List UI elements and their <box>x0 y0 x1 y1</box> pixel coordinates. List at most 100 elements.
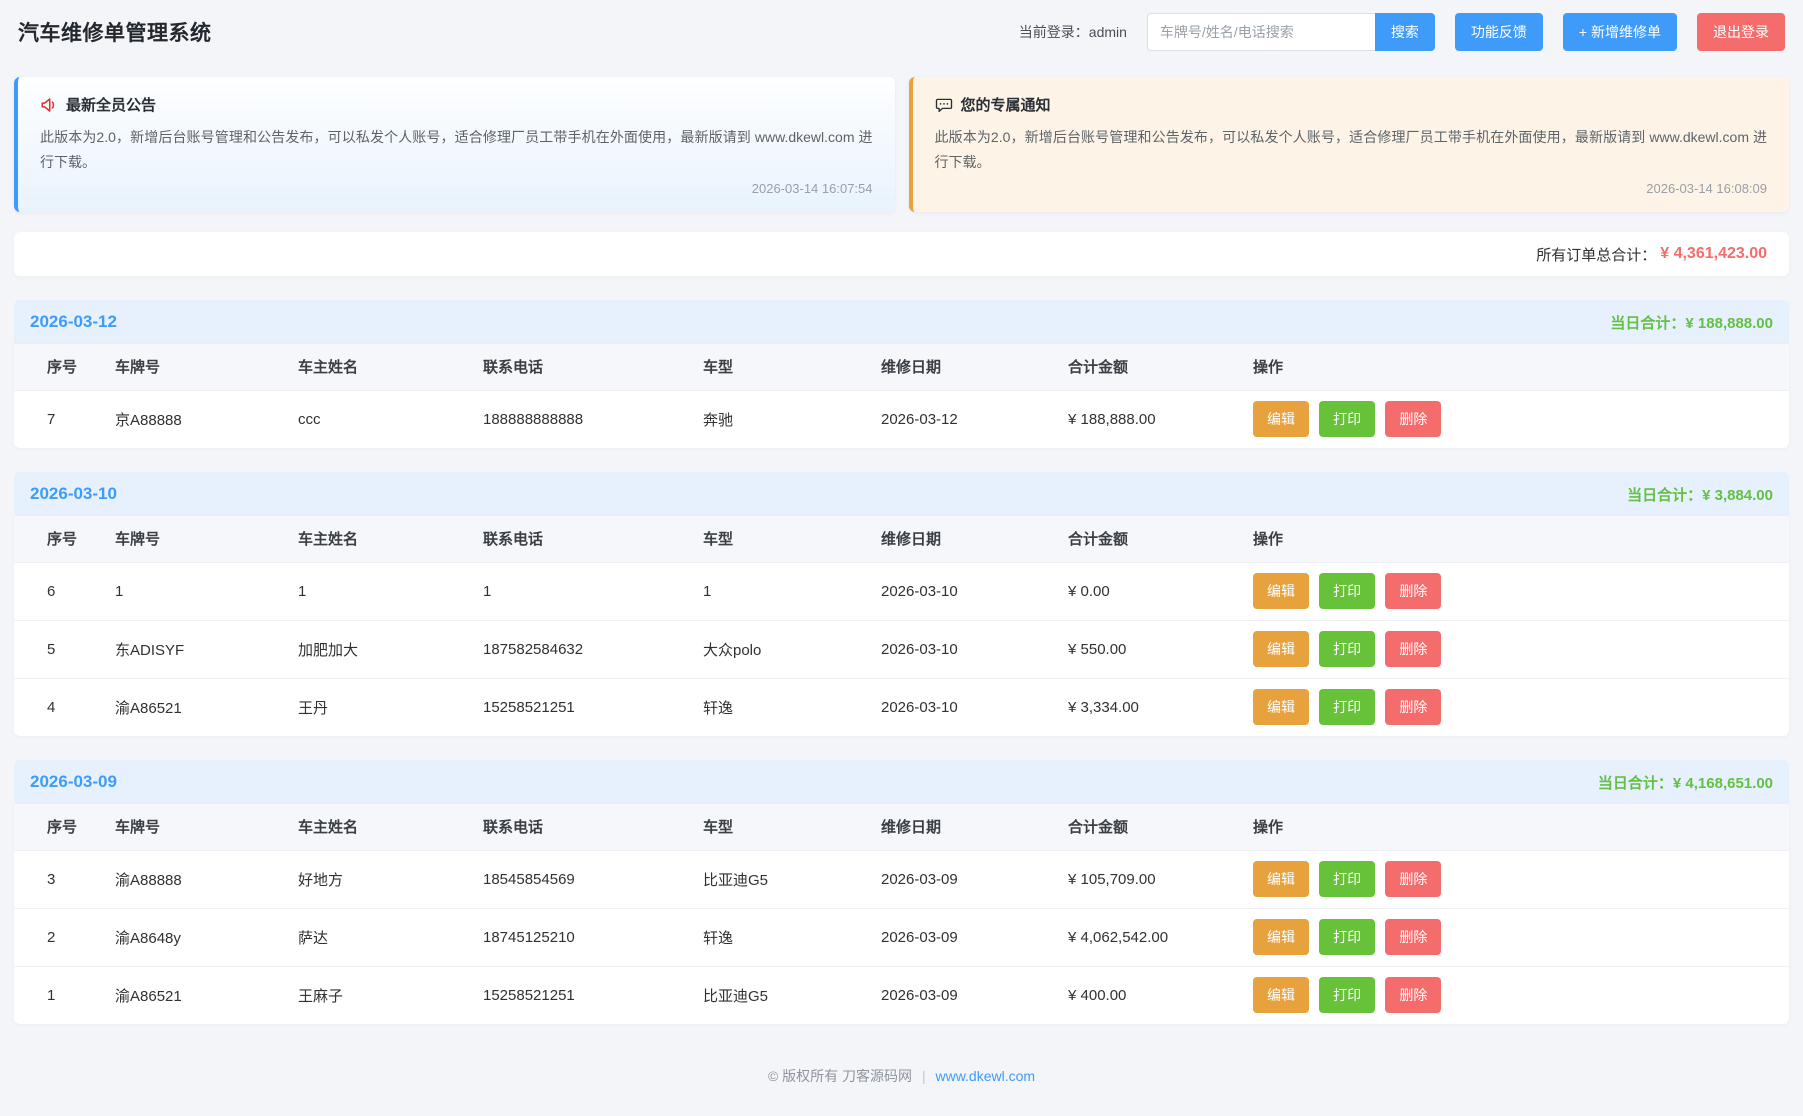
order-row: 1 渝A86521 王麻子 15258521251 比亚迪G5 2026-03-… <box>14 966 1789 1024</box>
cell-actions: 编辑 打印 删除 <box>1253 678 1789 736</box>
cell-model: 奔驰 <box>703 390 881 448</box>
column-header-phone: 联系电话 <box>483 344 703 390</box>
search-button[interactable]: 搜索 <box>1375 13 1435 51</box>
cell-phone: 18745125210 <box>483 908 703 966</box>
cell-amount: ¥ 4,062,542.00 <box>1068 908 1253 966</box>
print-button[interactable]: 打印 <box>1319 919 1375 955</box>
logout-button[interactable]: 退出登录 <box>1697 13 1785 51</box>
cell-phone: 15258521251 <box>483 966 703 1024</box>
cell-plate: 1 <box>115 562 298 620</box>
column-header-plate: 车牌号 <box>115 516 298 562</box>
announcement-card: 最新全员公告 此版本为2.0，新增后台账号管理和公告发布，可以私发个人账号，适合… <box>14 77 895 212</box>
cell-model: 轩逸 <box>703 908 881 966</box>
edit-button[interactable]: 编辑 <box>1253 401 1309 437</box>
table-header-row: 序号 车牌号 车主姓名 联系电话 车型 维修日期 合计金额 操作 <box>14 516 1789 562</box>
cell-seq: 5 <box>14 620 115 678</box>
day-date: 2026-03-10 <box>30 484 117 504</box>
cell-seq: 2 <box>14 908 115 966</box>
topbar-controls: 当前登录：admin 搜索 功能反馈 + 新增维修单 退出登录 <box>1019 13 1785 51</box>
day-total-amount: ¥ 4,168,651.00 <box>1673 775 1773 792</box>
cell-actions: 编辑 打印 删除 <box>1253 562 1789 620</box>
cell-owner: 好地方 <box>298 850 483 908</box>
cell-actions: 编辑 打印 删除 <box>1253 390 1789 448</box>
delete-button[interactable]: 删除 <box>1385 919 1441 955</box>
column-header-owner: 车主姓名 <box>298 516 483 562</box>
cell-seq: 6 <box>14 562 115 620</box>
day-total-amount: ¥ 3,884.00 <box>1702 487 1773 504</box>
edit-button[interactable]: 编辑 <box>1253 573 1309 609</box>
delete-button[interactable]: 删除 <box>1385 689 1441 725</box>
cell-owner: 加肥加大 <box>298 620 483 678</box>
feedback-button[interactable]: 功能反馈 <box>1455 13 1543 51</box>
delete-button[interactable]: 删除 <box>1385 573 1441 609</box>
search-input[interactable] <box>1147 13 1375 51</box>
cell-date: 2026-03-10 <box>881 678 1068 736</box>
edit-button[interactable]: 编辑 <box>1253 919 1309 955</box>
column-header-ops: 操作 <box>1253 516 1789 562</box>
column-header-owner: 车主姓名 <box>298 344 483 390</box>
cell-date: 2026-03-09 <box>881 850 1068 908</box>
day-header: 2026-03-09 当日合计：¥ 4,168,651.00 <box>14 760 1789 804</box>
column-header-model: 车型 <box>703 344 881 390</box>
column-header-date: 维修日期 <box>881 804 1068 850</box>
print-button[interactable]: 打印 <box>1319 401 1375 437</box>
column-header-amount: 合计金额 <box>1068 344 1253 390</box>
column-header-owner: 车主姓名 <box>298 804 483 850</box>
day-total-label: 当日合计： <box>1627 487 1702 504</box>
day-date: 2026-03-12 <box>30 312 117 332</box>
cell-owner: 1 <box>298 562 483 620</box>
print-button[interactable]: 打印 <box>1319 861 1375 897</box>
order-row: 2 渝A8648y 萨达 18745125210 轩逸 2026-03-09 ¥… <box>14 908 1789 966</box>
day-total-amount: ¥ 188,888.00 <box>1685 315 1773 332</box>
cell-actions: 编辑 打印 删除 <box>1253 908 1789 966</box>
copyright-text: © 版权所有 刀客源码网 <box>768 1068 912 1084</box>
cell-amount: ¥ 0.00 <box>1068 562 1253 620</box>
day-total: 当日合计：¥ 188,888.00 <box>1610 312 1773 333</box>
column-header-seq: 序号 <box>14 344 115 390</box>
announcement-title-row: 最新全员公告 <box>40 94 873 115</box>
print-button[interactable]: 打印 <box>1319 631 1375 667</box>
cell-plate: 渝A86521 <box>115 966 298 1024</box>
cell-plate: 东ADISYF <box>115 620 298 678</box>
print-button[interactable]: 打印 <box>1319 573 1375 609</box>
speech-bubble-icon <box>935 96 953 114</box>
current-login-label: 当前登录： <box>1019 24 1089 40</box>
print-button[interactable]: 打印 <box>1319 977 1375 1013</box>
footer-link[interactable]: www.dkewl.com <box>935 1068 1035 1084</box>
cell-amount: ¥ 105,709.00 <box>1068 850 1253 908</box>
delete-button[interactable]: 删除 <box>1385 861 1441 897</box>
cell-date: 2026-03-10 <box>881 562 1068 620</box>
edit-button[interactable]: 编辑 <box>1253 689 1309 725</box>
search-group: 搜索 <box>1147 13 1435 51</box>
cell-model: 大众polo <box>703 620 881 678</box>
column-header-seq: 序号 <box>14 804 115 850</box>
column-header-plate: 车牌号 <box>115 344 298 390</box>
column-header-amount: 合计金额 <box>1068 516 1253 562</box>
order-row: 5 东ADISYF 加肥加大 187582584632 大众polo 2026-… <box>14 620 1789 678</box>
cell-seq: 1 <box>14 966 115 1024</box>
delete-button[interactable]: 删除 <box>1385 631 1441 667</box>
column-header-seq: 序号 <box>14 516 115 562</box>
cell-owner: 萨达 <box>298 908 483 966</box>
cell-actions: 编辑 打印 删除 <box>1253 850 1789 908</box>
cell-actions: 编辑 打印 删除 <box>1253 966 1789 1024</box>
order-sections: 2026-03-12 当日合计：¥ 188,888.00 序号 车牌号 车主姓名… <box>14 276 1789 1024</box>
edit-button[interactable]: 编辑 <box>1253 861 1309 897</box>
cell-model: 轩逸 <box>703 678 881 736</box>
day-header: 2026-03-10 当日合计：¥ 3,884.00 <box>14 472 1789 516</box>
personal-notice-card: 您的专属通知 此版本为2.0，新增后台账号管理和公告发布，可以私发个人账号，适合… <box>909 77 1790 212</box>
grand-total-label: 所有订单总合计： <box>1536 244 1656 265</box>
edit-button[interactable]: 编辑 <box>1253 631 1309 667</box>
delete-button[interactable]: 删除 <box>1385 401 1441 437</box>
announcement-body: 此版本为2.0，新增后台账号管理和公告发布，可以私发个人账号，适合修理厂员工带手… <box>40 125 873 175</box>
print-button[interactable]: 打印 <box>1319 689 1375 725</box>
app-title: 汽车维修单管理系统 <box>18 17 212 47</box>
day-section: 2026-03-09 当日合计：¥ 4,168,651.00 序号 车牌号 车主… <box>14 760 1789 1024</box>
notice-cards: 最新全员公告 此版本为2.0，新增后台账号管理和公告发布，可以私发个人账号，适合… <box>14 77 1789 212</box>
add-repair-order-button[interactable]: + 新增维修单 <box>1563 13 1677 51</box>
column-header-plate: 车牌号 <box>115 804 298 850</box>
edit-button[interactable]: 编辑 <box>1253 977 1309 1013</box>
delete-button[interactable]: 删除 <box>1385 977 1441 1013</box>
cell-model: 比亚迪G5 <box>703 966 881 1024</box>
cell-model: 1 <box>703 562 881 620</box>
